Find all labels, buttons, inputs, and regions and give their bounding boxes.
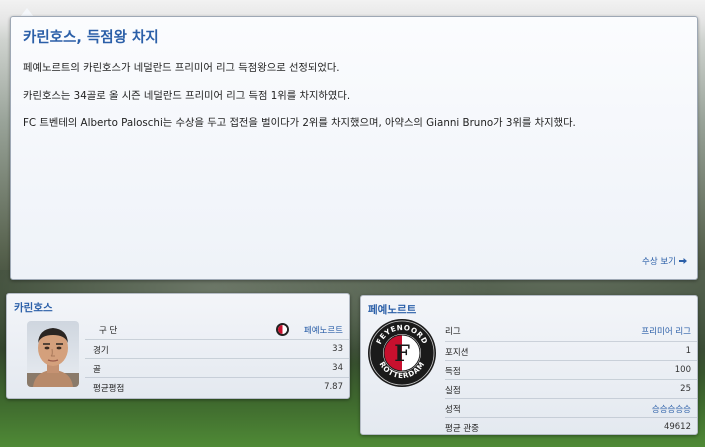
stat-label: 평균평점 — [93, 384, 125, 394]
stat-row-goals-for: 득점 100 — [445, 360, 697, 379]
stat-label: 리그 — [445, 327, 461, 337]
stat-label: 득점 — [445, 367, 461, 377]
stat-row-form: 성적 승승승승승 — [445, 398, 697, 417]
stat-value: 34 — [332, 363, 343, 373]
stat-label: 실점 — [445, 386, 461, 396]
stat-label: 포지션 — [445, 348, 469, 358]
stat-row-position: 포지션 1 — [445, 341, 697, 360]
view-award-label: 수상 보기 — [642, 257, 676, 267]
stat-label: 구 단 — [99, 326, 118, 336]
club-card: 페예노르트 FEYENOORD ROTTERDAM F 리그 프리미어 리그 포… — [360, 295, 698, 435]
stat-row-rating: 평균평점 7.87 — [85, 377, 349, 396]
stat-value: 49612 — [663, 422, 691, 432]
stat-value: 1 — [685, 346, 691, 356]
stat-label: 골 — [93, 365, 101, 375]
player-name-link[interactable]: 카린호스 — [14, 300, 53, 315]
player-avatar[interactable] — [27, 321, 79, 387]
club-name-link[interactable]: 페예노르트 — [368, 302, 416, 317]
news-title: 카린호스, 득점왕 차지 — [23, 30, 159, 46]
news-paragraph: 카린호스는 34골로 올 시즌 네덜란드 프리미어 리그 득점 1위를 차지하였… — [23, 90, 351, 102]
arrow-right-icon — [679, 258, 687, 264]
stat-value: 25 — [680, 384, 691, 394]
stat-label: 성적 — [445, 405, 461, 415]
player-card: 카린호스 구 단 페예노르트 경기 33 골 34 평균평점 7.87 — [6, 293, 350, 399]
stat-row-goals: 골 34 — [85, 358, 349, 377]
view-award-link[interactable]: 수상 보기 — [642, 255, 687, 267]
news-paragraph: FC 트벤테의 Alberto Paloschi는 수상을 두고 접전을 벌이다… — [23, 117, 576, 129]
stat-label: 평균 관중 — [445, 424, 479, 434]
crest-letter: F — [394, 341, 410, 367]
stat-value: 100 — [674, 365, 691, 375]
stat-row-league: 리그 프리미어 리그 — [445, 321, 697, 340]
news-panel: 카린호스, 득점왕 차지 페예노르트의 카린호스가 네덜란드 프리미어 리그 득… — [10, 16, 698, 280]
stat-value: 7.87 — [324, 382, 343, 392]
feyenoord-crest-icon[interactable]: FEYENOORD ROTTERDAM F — [367, 318, 437, 388]
stat-value: 33 — [332, 344, 343, 354]
stat-row-goals-against: 실점 25 — [445, 379, 697, 398]
club-badge-icon — [276, 323, 289, 336]
stat-row-apps: 경기 33 — [85, 339, 349, 358]
stat-row-club: 구 단 페예노르트 — [91, 320, 349, 339]
form-link[interactable]: 승승승승승 — [652, 403, 691, 415]
player-face-icon — [27, 328, 79, 387]
stat-label: 경기 — [93, 346, 109, 356]
news-paragraph: 페예노르트의 카린호스가 네덜란드 프리미어 리그 득점왕으로 선정되었다. — [23, 62, 340, 74]
league-link[interactable]: 프리미어 리그 — [641, 325, 691, 337]
stat-row-attendance: 평균 관중 49612 — [445, 417, 697, 436]
club-link[interactable]: 페예노르트 — [304, 324, 343, 336]
